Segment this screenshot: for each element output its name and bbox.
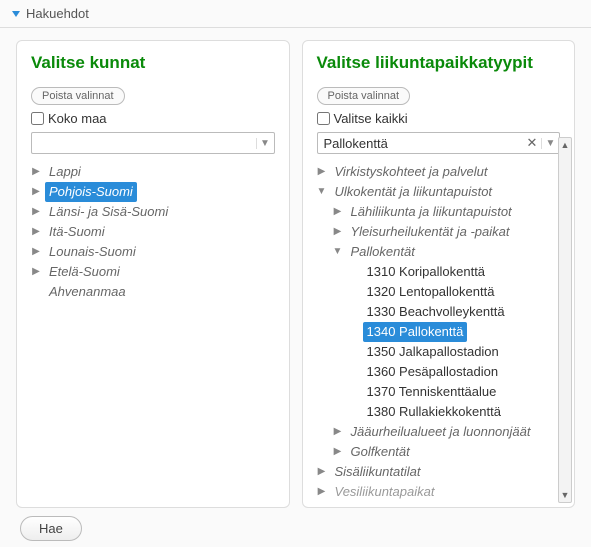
tree-node-label: Ahvenanmaa <box>45 282 130 302</box>
clear-selections-left[interactable]: Poista valinnat <box>31 87 125 105</box>
panel-municipalities: Valitse kunnat Poista valinnat Koko maa … <box>16 40 290 508</box>
tree-node[interactable]: ▶Virkistyskohteet ja palvelut <box>317 162 561 182</box>
tree-leaf[interactable]: 1310 Koripallokenttä <box>349 262 561 282</box>
tree-node[interactable]: ▶Lappi <box>31 162 275 182</box>
panel-title-right: Valitse liikuntapaikkatyypit <box>317 53 561 73</box>
select-all-row[interactable]: Valitse kaikki <box>317 111 561 126</box>
header-title: Hakuehdot <box>26 6 89 21</box>
whole-country-row[interactable]: Koko maa <box>31 111 275 126</box>
footer: Hae <box>0 516 591 541</box>
panels-row: Valitse kunnat Poista valinnat Koko maa … <box>0 28 591 516</box>
tree-node[interactable]: ▼Ulkokentät ja liikuntapuistot <box>317 182 561 202</box>
tree-node[interactable]: ▼Pallokentät <box>333 242 561 262</box>
main-container: Hakuehdot Valitse kunnat Poista valinnat… <box>0 0 591 547</box>
chevron-right-icon: ▶ <box>317 482 327 502</box>
tree-node-label: Pohjois-Suomi <box>45 182 137 202</box>
tree-node[interactable]: ▶Golfkentät <box>333 442 561 462</box>
tree-node[interactable]: ▶Itä-Suomi <box>31 222 275 242</box>
chevron-right-icon: ▶ <box>333 202 343 222</box>
chevron-right-icon: ▶ <box>31 182 41 202</box>
tree-node-label: Lappi <box>45 162 85 182</box>
tree-leaf[interactable]: 1320 Lentopallokenttä <box>349 282 561 302</box>
tree-node-label: Etelä-Suomi <box>45 262 124 282</box>
tree-node-cutoff[interactable]: ▶Vesiliikuntapaikat <box>317 482 561 502</box>
tree-node[interactable]: ▶Jääurheilualueet ja luonnonjäät <box>333 422 561 442</box>
tree-node[interactable]: ▶Pohjois-Suomi <box>31 182 275 202</box>
tree-node[interactable]: ▶Lähiliikunta ja liikuntapuistot <box>333 202 561 222</box>
chevron-right-icon: ▶ <box>31 262 41 282</box>
scroll-up-icon[interactable]: ▲ <box>561 138 570 152</box>
clear-selections-right[interactable]: Poista valinnat <box>317 87 411 105</box>
panel-types: Valitse liikuntapaikkatyypit Poista vali… <box>302 40 576 508</box>
whole-country-checkbox[interactable] <box>31 112 44 125</box>
chevron-down-icon: ▼ <box>317 182 327 202</box>
vertical-scrollbar[interactable]: ▲ ▼ <box>558 137 572 503</box>
search-button[interactable]: Hae <box>20 516 82 541</box>
tree-node-label: Lounais-Suomi <box>45 242 140 262</box>
municipality-combo[interactable]: ▼ <box>31 132 275 154</box>
section-header[interactable]: Hakuehdot <box>0 0 591 28</box>
whole-country-label: Koko maa <box>48 111 107 126</box>
select-all-label: Valitse kaikki <box>334 111 408 126</box>
tree-node-label: Länsi- ja Sisä-Suomi <box>45 202 172 222</box>
tree-node[interactable]: ▶Lounais-Suomi <box>31 242 275 262</box>
chevron-down-icon <box>12 11 20 17</box>
tree-node-label: Itä-Suomi <box>45 222 109 242</box>
select-all-checkbox[interactable] <box>317 112 330 125</box>
tree-node[interactable]: Ahvenanmaa <box>31 282 275 302</box>
chevron-right-icon: ▶ <box>31 222 41 242</box>
tree-node[interactable]: ▶Etelä-Suomi <box>31 262 275 282</box>
combo-arrow-icon[interactable]: ▼ <box>541 138 559 149</box>
scroll-down-icon[interactable]: ▼ <box>561 488 570 502</box>
tree-node[interactable]: ▶Yleisurheilukentät ja -paikat <box>333 222 561 242</box>
tree-node[interactable]: ▶Länsi- ja Sisä-Suomi <box>31 202 275 222</box>
tree-leaf[interactable]: 1360 Pesäpallostadion <box>349 362 561 382</box>
chevron-right-icon: ▶ <box>317 462 327 482</box>
tree-leaf[interactable]: 1330 Beachvolleykenttä <box>349 302 561 322</box>
chevron-right-icon: ▶ <box>31 162 41 182</box>
chevron-right-icon: ▶ <box>31 242 41 262</box>
chevron-right-icon: ▶ <box>333 442 343 462</box>
type-combo[interactable]: Pallokenttä ✕ ▼ <box>317 132 561 154</box>
combo-arrow-icon[interactable]: ▼ <box>256 138 274 149</box>
chevron-right-icon: ▶ <box>333 222 343 242</box>
municipality-tree: ▶Lappi▶Pohjois-Suomi▶Länsi- ja Sisä-Suom… <box>31 162 275 302</box>
chevron-right-icon: ▶ <box>333 422 343 442</box>
combo-clear-icon[interactable]: ✕ <box>523 135 541 151</box>
type-tree: ▶Virkistyskohteet ja palvelut ▼Ulkokentä… <box>317 162 561 502</box>
chevron-right-icon: ▶ <box>31 202 41 222</box>
tree-node[interactable]: ▶Sisäliikuntatilat <box>317 462 561 482</box>
panel-title-left: Valitse kunnat <box>31 53 275 73</box>
tree-leaf[interactable]: 1380 Rullakiekkokenttä <box>349 402 561 422</box>
tree-leaf[interactable]: 1370 Tenniskenttäalue <box>349 382 561 402</box>
chevron-right-icon: ▶ <box>317 162 327 182</box>
type-combo-value: Pallokenttä <box>318 136 524 151</box>
tree-leaf[interactable]: 1350 Jalkapallostadion <box>349 342 561 362</box>
tree-leaf-selected[interactable]: 1340 Pallokenttä <box>349 322 561 342</box>
chevron-down-icon: ▼ <box>333 242 343 262</box>
